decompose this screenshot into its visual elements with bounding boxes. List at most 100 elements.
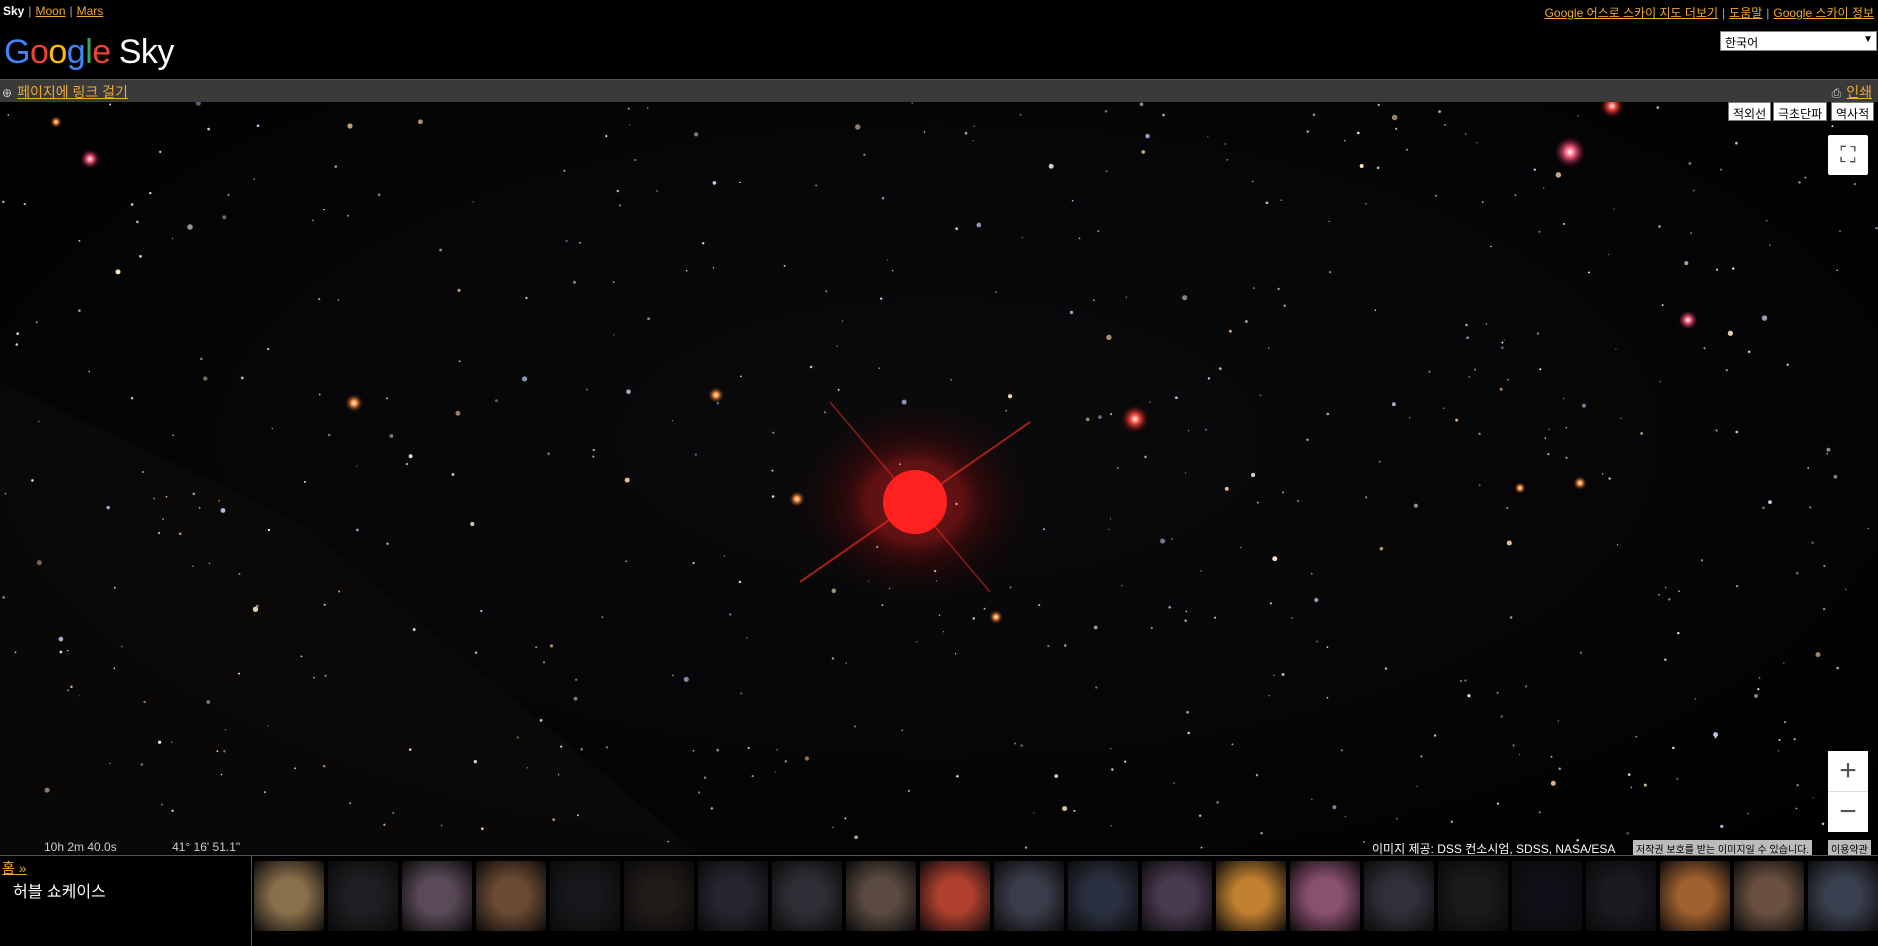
showcase-thumbnail[interactable] (1216, 861, 1286, 931)
showcase-thumbnail[interactable] (846, 861, 916, 931)
star (1216, 801, 1219, 804)
showcase-thumbnail[interactable] (254, 861, 324, 931)
star (751, 775, 754, 778)
star (58, 636, 64, 642)
nav-mars[interactable]: Mars (77, 4, 104, 18)
nav-sky: Sky (3, 4, 25, 18)
home-link[interactable]: 홈 » (2, 858, 27, 878)
showcase-thumbnail[interactable] (624, 861, 694, 931)
star (1500, 715, 1503, 718)
star (1021, 236, 1024, 239)
showcase-thumbnail[interactable] (1068, 861, 1138, 931)
showcase-thumbnail[interactable] (1438, 861, 1508, 931)
help-link[interactable]: 도움말 (1729, 6, 1762, 20)
showcase-thumbnail[interactable] (1586, 861, 1656, 931)
star (942, 631, 945, 633)
link-page-button[interactable]: 페이지에 링크 걸기 (17, 84, 128, 100)
zoom-in-button[interactable]: + (1828, 751, 1868, 791)
microwave-button[interactable]: 극초단파 (1773, 102, 1828, 121)
bright-red-star[interactable] (795, 401, 1035, 602)
sky-map[interactable] (0, 102, 1878, 854)
language-select[interactable]: 한국어 ▼ (1720, 31, 1877, 51)
star (1765, 219, 1768, 222)
star (831, 588, 837, 594)
star (1200, 846, 1203, 849)
star (216, 750, 219, 753)
star (1693, 189, 1695, 192)
star (15, 343, 19, 346)
link-bar: ⊕ 페이지에 링크 걸기 ⎙ 인쇄 (0, 79, 1878, 103)
about-link[interactable]: Google 스카이 정보 (1773, 6, 1874, 20)
historical-button[interactable]: 역사적 (1831, 102, 1875, 121)
star (1306, 438, 1309, 441)
showcase-thumbnail[interactable] (994, 861, 1064, 931)
star (710, 807, 714, 810)
star (881, 196, 885, 200)
star (1690, 232, 1692, 234)
star (824, 411, 826, 414)
star (1326, 646, 1329, 648)
star (349, 802, 352, 805)
star (1735, 430, 1739, 434)
star (1658, 225, 1661, 228)
star (1668, 598, 1671, 601)
showcase-thumbnail[interactable] (772, 861, 842, 931)
star (130, 396, 134, 400)
google-wordmark: Google (4, 33, 111, 71)
star (1019, 113, 1022, 116)
star (1014, 742, 1016, 745)
star (1444, 124, 1446, 126)
star (627, 107, 630, 110)
star (972, 617, 975, 620)
star (1664, 658, 1667, 661)
star (976, 222, 982, 228)
nav-moon[interactable]: Moon (35, 4, 65, 18)
infrared-button[interactable]: 적외선 (1728, 102, 1772, 121)
showcase-thumbnail[interactable] (476, 861, 546, 931)
showcase-thumbnail[interactable] (698, 861, 768, 931)
star (153, 497, 155, 500)
showcase-thumbnail[interactable] (1142, 861, 1212, 931)
star (1328, 220, 1330, 223)
star (1184, 472, 1187, 474)
star (66, 649, 69, 652)
showcase-thumbnail[interactable] (1734, 861, 1804, 931)
star (1365, 202, 1367, 205)
star (347, 214, 350, 217)
star (1224, 486, 1229, 491)
zoom-out-button[interactable]: − (1828, 791, 1868, 832)
star (1677, 631, 1680, 635)
star (1823, 564, 1826, 568)
google-sky-logo[interactable]: Google Sky (4, 33, 174, 73)
fullscreen-button[interactable]: ⛶ (1828, 135, 1868, 175)
star (578, 241, 581, 244)
star (1635, 735, 1638, 738)
showcase-thumbnail[interactable] (1364, 861, 1434, 931)
star (172, 434, 174, 437)
showcase-thumbnail[interactable] (1808, 861, 1878, 931)
earth-link[interactable]: Google 어스로 스카이 지도 더보기 (1545, 6, 1718, 20)
showcase-thumbnail[interactable] (1660, 861, 1730, 931)
star (1616, 544, 1619, 546)
showcase-thumbnail[interactable] (920, 861, 990, 931)
star (206, 700, 211, 704)
showcase-thumbnail[interactable] (550, 861, 620, 931)
print-link[interactable]: 인쇄 (1846, 84, 1872, 100)
showcase-thumbnail[interactable] (328, 861, 398, 931)
showcase-thumbnail[interactable] (1290, 861, 1360, 931)
star (1500, 346, 1504, 349)
star (224, 728, 227, 731)
star (1822, 607, 1826, 611)
star (7, 114, 10, 116)
star (1253, 287, 1255, 289)
star (1085, 417, 1090, 422)
star (729, 613, 732, 616)
star (1807, 467, 1810, 469)
showcase-thumbnail[interactable] (402, 861, 472, 931)
showcase-thumbnail[interactable] (1512, 861, 1582, 931)
star (831, 657, 835, 660)
star (547, 452, 550, 455)
star (1162, 113, 1165, 117)
star (171, 237, 174, 240)
star (1784, 721, 1786, 723)
